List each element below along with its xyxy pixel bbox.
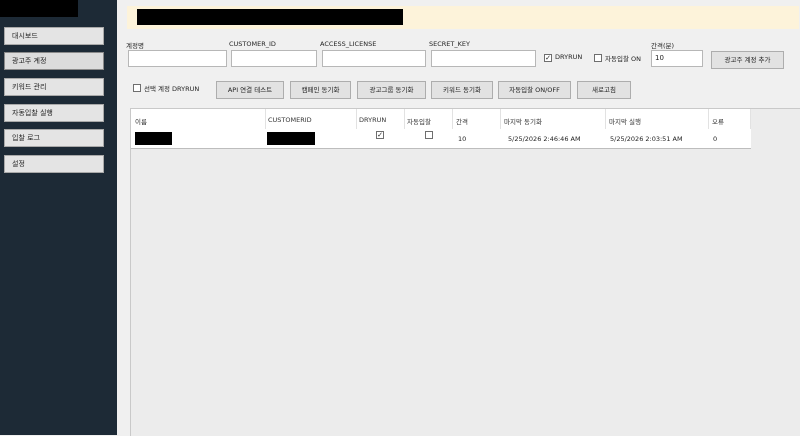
add-advertiser-account-button[interactable]: 광고주 계정 추가 xyxy=(711,51,784,69)
row-error: 0 xyxy=(713,135,718,143)
redacted-customer-id xyxy=(267,132,315,145)
interval-input[interactable]: 10 xyxy=(651,50,703,67)
account-name-label: 계정명 xyxy=(126,42,144,50)
table-row[interactable]: ✓ 10 5/25/2026 2:46:46 AM 5/25/2026 2:03… xyxy=(131,129,751,149)
row-last-sync: 5/25/2026 2:46:46 AM xyxy=(508,135,581,143)
redacted-name xyxy=(135,132,172,145)
selected-dryrun-label: 선택 계정 DRYRUN xyxy=(144,85,200,93)
main-panel: 계정명 CUSTOMER_ID ACCESS_LICENSE SECRET_KE… xyxy=(117,0,800,436)
row-last-run: 5/25/2026 2:03:51 AM xyxy=(610,135,683,143)
column-auto-bid[interactable]: 자동입찰 xyxy=(407,116,431,126)
campaign-sync-button[interactable]: 캠페인 동기화 xyxy=(290,81,351,99)
table-empty-area xyxy=(751,109,800,148)
row-interval: 10 xyxy=(458,135,467,143)
column-separator xyxy=(452,109,453,129)
column-separator xyxy=(500,109,501,129)
access-license-input[interactable] xyxy=(322,50,426,67)
row-auto-bid-checkbox[interactable] xyxy=(425,131,433,139)
column-dryrun[interactable]: DRYRUN xyxy=(359,116,386,124)
api-connection-test-button[interactable]: API 연결 테스트 xyxy=(216,81,284,99)
customer-id-input[interactable] xyxy=(231,50,317,67)
customer-id-label: CUSTOMER_ID xyxy=(229,40,276,48)
sidebar-item-bid-log[interactable]: 입찰 로그 xyxy=(4,129,104,147)
adgroup-sync-button[interactable]: 광고그룹 동기화 xyxy=(357,81,426,99)
sidebar-item-keyword-management[interactable]: 키워드 관리 xyxy=(4,78,104,96)
redacted-logo xyxy=(0,0,78,17)
column-name[interactable]: 이름 xyxy=(135,116,147,126)
row-dryrun-checkbox[interactable]: ✓ xyxy=(376,131,384,139)
dryrun-label: DRYRUN xyxy=(555,53,583,61)
sidebar-item-advertiser-accounts[interactable]: 광고주 계정 xyxy=(4,52,104,70)
column-last-run[interactable]: 마지막 실행 xyxy=(609,116,641,126)
sidebar-item-auto-bid-run[interactable]: 자동입찰 실행 xyxy=(4,104,104,122)
interval-label: 간격(분) xyxy=(651,42,675,50)
account-name-input[interactable] xyxy=(128,50,227,67)
selected-dryrun-checkbox[interactable] xyxy=(133,84,141,92)
sidebar-item-settings[interactable]: 설정 xyxy=(4,155,104,173)
auto-bid-label: 자동입찰 ON xyxy=(605,55,641,63)
column-separator xyxy=(708,109,709,129)
column-separator xyxy=(404,109,405,129)
dryrun-checkbox[interactable]: ✓ xyxy=(544,54,552,62)
column-customerid[interactable]: CUSTOMERID xyxy=(268,116,312,124)
column-separator xyxy=(605,109,606,129)
table-header: 이름 CUSTOMERID DRYRUN 자동입찰 간격 마지막 동기화 마지막… xyxy=(131,109,751,130)
auto-bid-checkbox[interactable] xyxy=(594,54,602,62)
sidebar-item-dashboard[interactable]: 대시보드 xyxy=(4,27,104,45)
accounts-table: 이름 CUSTOMERID DRYRUN 자동입찰 간격 마지막 동기화 마지막… xyxy=(130,108,800,436)
redacted-header-text xyxy=(137,9,403,25)
sidebar: 대시보드 광고주 계정 키워드 관리 자동입찰 실행 입찰 로그 설정 xyxy=(0,0,117,435)
column-last-sync[interactable]: 마지막 동기화 xyxy=(504,116,542,126)
refresh-button[interactable]: 새로고침 xyxy=(577,81,631,99)
column-separator xyxy=(356,109,357,129)
column-error[interactable]: 오류 xyxy=(712,116,724,126)
keyword-sync-button[interactable]: 키워드 동기화 xyxy=(431,81,493,99)
auto-bid-toggle-button[interactable]: 자동입찰 ON/OFF xyxy=(498,81,571,99)
secret-key-label: SECRET_KEY xyxy=(429,40,470,48)
column-separator xyxy=(265,109,266,129)
secret-key-input[interactable] xyxy=(431,50,536,67)
column-interval[interactable]: 간격 xyxy=(456,116,468,126)
access-license-label: ACCESS_LICENSE xyxy=(320,40,377,48)
header-banner xyxy=(127,6,799,29)
